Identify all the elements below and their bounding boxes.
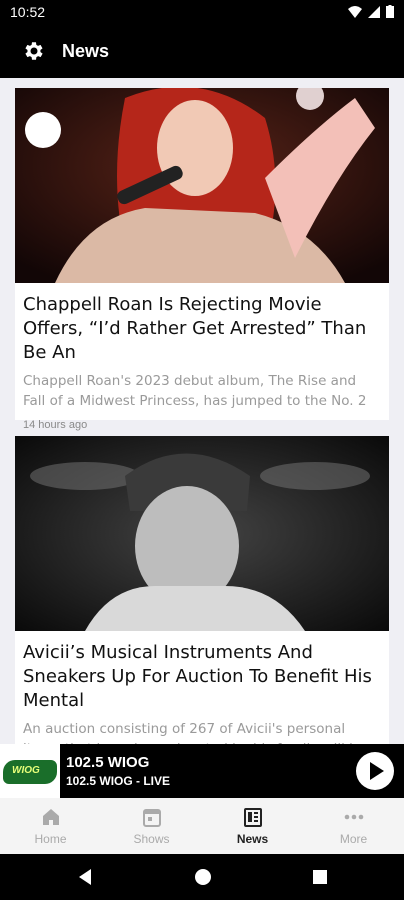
nav-item-home[interactable]: Home bbox=[0, 798, 101, 854]
article-summary: Chappell Roan's 2023 debut album, The Ri… bbox=[23, 373, 367, 409]
status-bar: 10:52 bbox=[0, 0, 404, 24]
article-headline: Chappell Roan Is Rejecting Movie Offers,… bbox=[23, 294, 367, 363]
gear-icon[interactable] bbox=[22, 39, 46, 63]
station-subtitle: 102.5 WIOG - LIVE bbox=[66, 774, 171, 788]
mini-player[interactable]: WIOG 102.5 WIOG 102.5 WIOG - LIVE bbox=[0, 744, 404, 798]
nav-label-shows: Shows bbox=[133, 832, 170, 846]
news-feed[interactable]: Chappell Roan Is Rejecting Movie Offers,… bbox=[0, 78, 404, 744]
news-card[interactable]: Chappell Roan Is Rejecting Movie Offers,… bbox=[15, 88, 389, 431]
article-headline: Avicii’s Musical Instruments And Sneaker… bbox=[23, 642, 372, 711]
nav-item-more[interactable]: More bbox=[303, 798, 404, 854]
article-summary: An auction consisting of 267 of Avicii's… bbox=[23, 721, 366, 744]
signal-icon bbox=[368, 5, 380, 18]
home-icon bbox=[42, 809, 59, 825]
calendar-icon bbox=[142, 809, 161, 827]
page-title: News bbox=[62, 41, 110, 61]
status-icons bbox=[348, 5, 394, 18]
news-icon bbox=[243, 808, 262, 827]
nav-item-shows[interactable]: Shows bbox=[101, 798, 202, 854]
battery-icon bbox=[386, 5, 394, 18]
more-icon bbox=[344, 814, 363, 820]
bottom-nav: Home Shows News More bbox=[0, 798, 404, 854]
nav-label-home: Home bbox=[34, 832, 67, 846]
play-button[interactable] bbox=[356, 752, 394, 790]
wifi-icon bbox=[348, 5, 362, 18]
station-logo: WIOG bbox=[0, 744, 60, 798]
nav-label-more: More bbox=[339, 832, 368, 846]
back-icon[interactable] bbox=[76, 868, 94, 886]
article-timestamp: 14 hours ago bbox=[23, 419, 88, 431]
app-bar: News bbox=[0, 24, 404, 78]
article-image bbox=[15, 436, 389, 631]
article-image bbox=[15, 88, 389, 283]
status-time: 10:52 bbox=[10, 4, 46, 20]
nav-item-news[interactable]: News bbox=[202, 798, 303, 854]
station-name: 102.5 WIOG bbox=[66, 754, 150, 771]
play-icon bbox=[370, 762, 384, 780]
news-card[interactable]: Avicii’s Musical Instruments And Sneaker… bbox=[15, 436, 389, 744]
system-nav-bar bbox=[0, 854, 404, 900]
home-button-icon[interactable] bbox=[194, 868, 212, 886]
nav-label-news: News bbox=[236, 832, 269, 846]
recents-icon[interactable] bbox=[311, 868, 329, 886]
